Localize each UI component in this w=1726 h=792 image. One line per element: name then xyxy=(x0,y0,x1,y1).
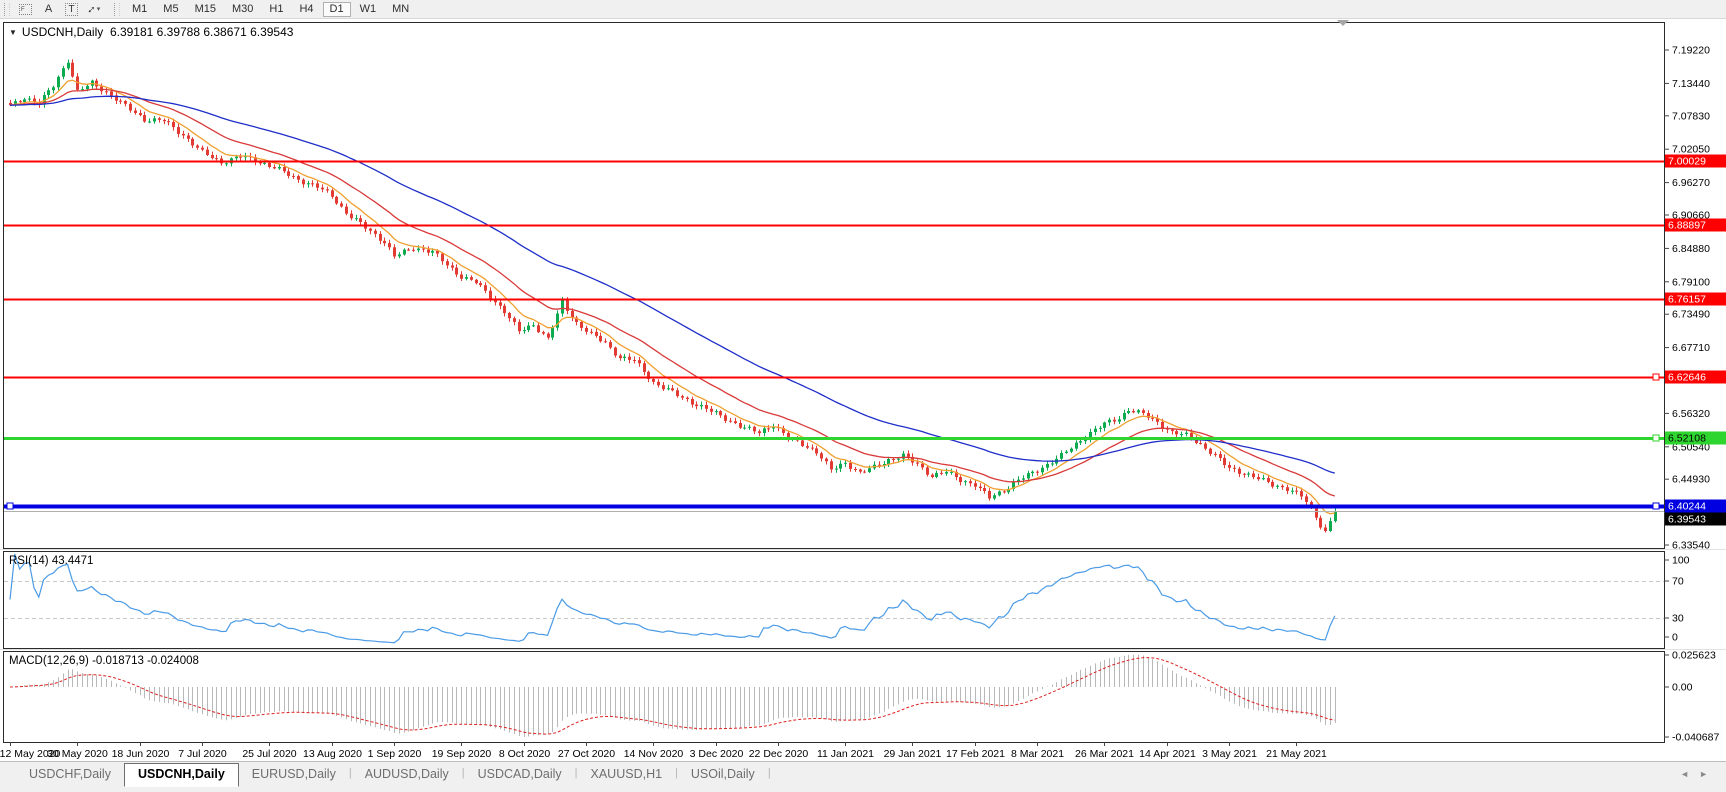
rsi-panel-border xyxy=(4,552,1665,649)
chart-tab-audusd[interactable]: AUDUSD,Daily xyxy=(352,764,462,787)
chart-tabs: USDCHF,DailyUSDCNH,DailyEURUSD,Daily | AUD… xyxy=(16,762,771,787)
price-badge: 7.00029 xyxy=(1665,155,1726,168)
svg-text:6.52108: 6.52108 xyxy=(1668,433,1706,445)
price-tick-label: 6.56320 xyxy=(1672,408,1710,420)
price-badge: 6.52108 xyxy=(1665,432,1726,445)
date-tick-label: 22 Dec 2020 xyxy=(749,748,809,760)
chart-title: ▼ USDCNH,Daily 6.39181 6.39788 6.38671 6.… xyxy=(9,25,293,39)
tab-scroll-left-icon[interactable]: ◄ xyxy=(1680,769,1689,779)
date-tick-label: 30 May 2020 xyxy=(47,748,108,760)
rsi-tick-label: 0 xyxy=(1672,632,1678,644)
tab-scroll-right-icon[interactable]: ► xyxy=(1699,769,1708,779)
price-tick-label: 6.79100 xyxy=(1672,276,1710,288)
price-badge: 6.88897 xyxy=(1665,219,1726,232)
date-tick-label: 3 Dec 2020 xyxy=(690,748,744,760)
line-handle[interactable] xyxy=(7,503,13,509)
horizontal-line-6.40244[interactable] xyxy=(4,503,1664,509)
rsi-tick-label: 100 xyxy=(1672,555,1690,567)
price-tick-label: 7.02050 xyxy=(1672,144,1710,156)
chart-ohlc-values: 6.39181 6.39788 6.38671 6.39543 xyxy=(110,25,294,39)
date-tick-label: 13 Aug 2020 xyxy=(303,748,362,760)
macd-indicator-label: MACD(12,26,9) -0.018713 -0.024008 xyxy=(9,655,199,667)
chart-symbol-label: USDCNH,Daily xyxy=(22,25,103,39)
price-tick-label: 6.96270 xyxy=(1672,177,1710,189)
tab-scroll-arrows: ◄► xyxy=(1670,769,1708,779)
chart-tab-eurusd[interactable]: EURUSD,Daily xyxy=(239,764,349,787)
price-tick-label: 6.67710 xyxy=(1672,342,1710,354)
date-tick-label: 18 Jun 2020 xyxy=(112,748,170,760)
macd-value: -0.018713 xyxy=(92,655,144,667)
date-tick-label: 27 Oct 2020 xyxy=(558,748,615,760)
svg-text:6.39543: 6.39543 xyxy=(1668,514,1706,526)
main-panel-border xyxy=(4,23,1665,549)
date-tick-label: 26 Mar 2021 xyxy=(1075,748,1134,760)
chart-tab-usdcad[interactable]: USDCAD,Daily xyxy=(465,764,575,787)
horizontal-line-6.52108[interactable] xyxy=(4,435,1664,441)
price-tick-label: 7.13440 xyxy=(1672,78,1710,90)
rsi-name: RSI(14) xyxy=(9,555,49,567)
macd-panel-border xyxy=(4,652,1665,743)
chart-tab-usdcnh[interactable]: USDCNH,Daily xyxy=(124,763,239,787)
chart-tabs-bar: USDCHF,DailyUSDCNH,DailyEURUSD,Daily | AUD… xyxy=(0,761,1726,792)
price-tick-label: 7.19220 xyxy=(1672,45,1710,57)
svg-text:6.62646: 6.62646 xyxy=(1668,372,1706,384)
mt4-window: FAT↕▾ M1M5M15M30H1H4D1W1MN 7.192207.1344… xyxy=(0,0,1726,792)
date-tick-label: 1 Sep 2020 xyxy=(368,748,422,760)
date-tick-label: 25 Jul 2020 xyxy=(242,748,296,760)
date-tick-label: 14 Apr 2021 xyxy=(1139,748,1196,760)
price-tick-label: 7.07830 xyxy=(1672,110,1710,122)
date-tick-label: 17 Feb 2021 xyxy=(946,748,1005,760)
chart-tab-usoil[interactable]: USOil,Daily xyxy=(678,764,768,787)
chart-tab-usdchf[interactable]: USDCHF,Daily xyxy=(16,764,124,787)
svg-text:6.88897: 6.88897 xyxy=(1668,220,1706,232)
price-tick-label: 6.33540 xyxy=(1672,539,1710,551)
price-tick-label: 6.73490 xyxy=(1672,309,1710,321)
svg-text:6.40244: 6.40244 xyxy=(1668,501,1706,513)
date-tick-label: 21 May 2021 xyxy=(1266,748,1327,760)
price-badge: 6.62646 xyxy=(1665,371,1726,384)
date-tick-label: 14 Nov 2020 xyxy=(624,748,684,760)
date-tick-label: 8 Mar 2021 xyxy=(1011,748,1064,760)
chart-tab-xauusd[interactable]: XAUUSD,H1 xyxy=(578,764,676,787)
chevron-down-icon[interactable]: ▼ xyxy=(9,28,17,37)
rsi-indicator-label: RSI(14) 43.4471 xyxy=(9,555,93,567)
price-badge: 6.39543 xyxy=(1665,513,1726,526)
macd-name: MACD(12,26,9) xyxy=(9,655,89,667)
horizontal-line-6.62646[interactable] xyxy=(4,374,1664,380)
rsi-tick-label: 30 xyxy=(1672,613,1684,625)
line-handle[interactable] xyxy=(1653,503,1659,509)
line-handle[interactable] xyxy=(1653,374,1659,380)
macd-histogram xyxy=(11,655,1336,737)
price-tick-label: 6.44930 xyxy=(1672,474,1710,486)
svg-text:6.76157: 6.76157 xyxy=(1668,294,1706,306)
tab-separator: | xyxy=(768,767,771,787)
rsi-tick-label: 70 xyxy=(1672,576,1684,588)
date-tick-label: 3 May 2021 xyxy=(1202,748,1257,760)
date-tick-label: 19 Sep 2020 xyxy=(432,748,492,760)
macd-signal-value: -0.024008 xyxy=(147,655,199,667)
date-tick-label: 11 Jan 2021 xyxy=(817,748,874,760)
chart-canvas[interactable]: 7.192207.134407.078307.020506.962706.906… xyxy=(0,0,1726,792)
macd-tick-label: 0.025623 xyxy=(1672,650,1716,662)
line-handle[interactable] xyxy=(1653,435,1659,441)
macd-tick-label: -0.040687 xyxy=(1672,732,1719,744)
date-tick-label: 29 Jan 2021 xyxy=(884,748,942,760)
moving-average-8 xyxy=(10,80,1335,514)
rsi-line xyxy=(10,554,1335,643)
rsi-value: 43.4471 xyxy=(52,555,94,567)
date-tick-label: 7 Jul 2020 xyxy=(178,748,227,760)
price-badge: 6.40244 xyxy=(1665,500,1726,513)
candlesticks xyxy=(9,59,1337,532)
macd-tick-label: 0.00 xyxy=(1672,682,1693,694)
price-tick-label: 6.84880 xyxy=(1672,243,1710,255)
svg-text:7.00029: 7.00029 xyxy=(1668,156,1706,168)
date-tick-label: 8 Oct 2020 xyxy=(499,748,551,760)
price-badge: 6.76157 xyxy=(1665,293,1726,306)
